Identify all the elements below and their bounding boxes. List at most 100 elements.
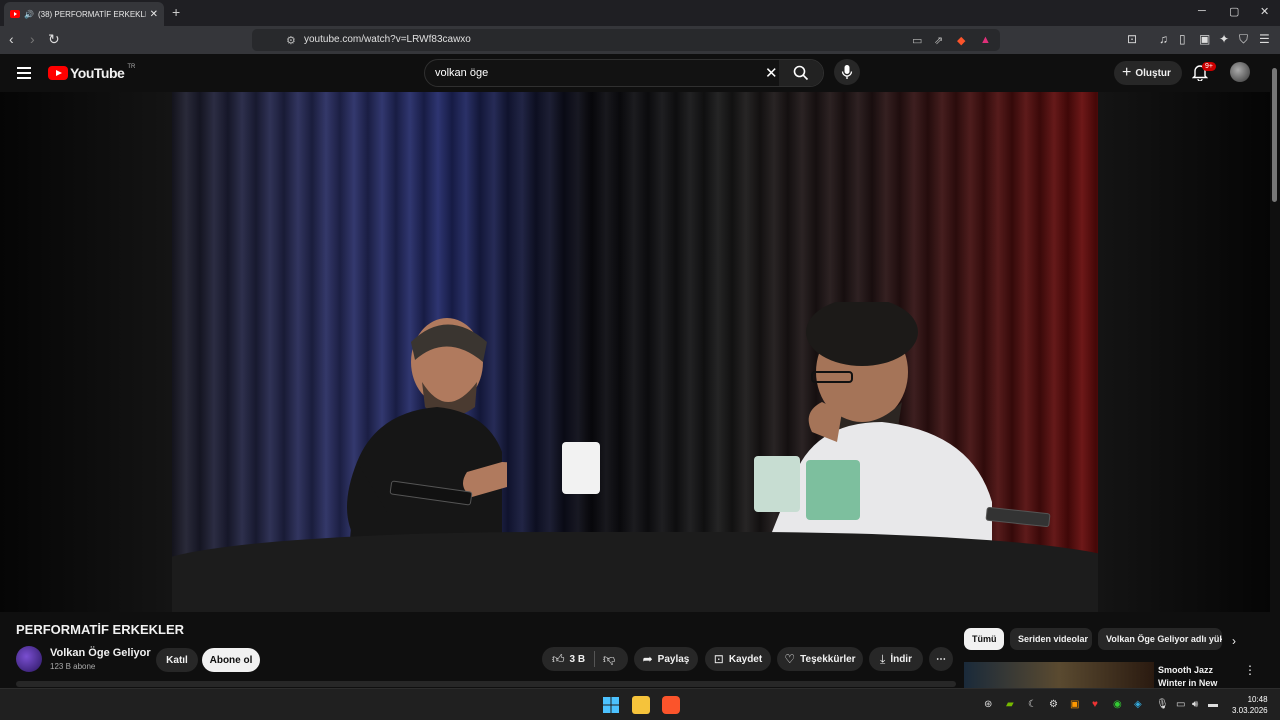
- clock-time: 10:48: [1247, 695, 1268, 704]
- vpn-icon[interactable]: ⛉: [1239, 32, 1248, 47]
- thanks-button[interactable]: ♡ Teşekkürler: [777, 647, 863, 671]
- search-button[interactable]: [779, 60, 823, 86]
- youtube-favicon-icon: [10, 10, 20, 18]
- video-player[interactable]: [172, 92, 1098, 612]
- tray-mic-icon[interactable]: 🎙︎: [1156, 699, 1169, 710]
- download-icon: ⤓: [880, 651, 886, 666]
- search-input[interactable]: volkan öge: [435, 67, 488, 79]
- tray-app-icon-4[interactable]: ▣: [1070, 699, 1079, 710]
- tab-search-icon[interactable]: ⊡: [1127, 32, 1137, 46]
- recommended-menu-icon[interactable]: ⋮: [1244, 663, 1256, 677]
- download-button[interactable]: ⤓ İndir: [869, 647, 923, 671]
- tray-app-icon-6[interactable]: ◉: [1113, 699, 1122, 710]
- leo-ai-icon[interactable]: ✦: [1219, 32, 1229, 46]
- save-icon: ⊡: [713, 652, 724, 666]
- url-text[interactable]: youtube.com/watch?v=LRWf83cawxo: [304, 34, 471, 45]
- window-close-button[interactable]: ✕: [1260, 5, 1269, 18]
- subscriber-count: 123 B abone: [50, 662, 96, 671]
- chip-series[interactable]: Seriden videolar: [1010, 628, 1092, 650]
- video-title: PERFORMATİF ERKEKLER: [16, 622, 185, 637]
- media-icon[interactable]: ♫: [1159, 32, 1168, 46]
- video-mug-mint: [754, 456, 800, 512]
- minimize-button[interactable]: ─: [1198, 5, 1206, 17]
- thanks-icon: ♡: [784, 652, 796, 666]
- chip-uploader[interactable]: Volkan Öge Geliyor adlı yükleyiciden: [1098, 628, 1222, 650]
- clear-search-icon[interactable]: ✕: [765, 64, 778, 82]
- speaker-icon[interactable]: 🔊: [24, 10, 34, 19]
- youtube-play-icon: [48, 66, 68, 80]
- browser-tab-bar: 🔊 (38) PERFORMATİF ERKEKLER ✕ + ─ ▢ ✕: [0, 0, 1280, 26]
- browser-tab[interactable]: 🔊 (38) PERFORMATİF ERKEKLER ✕: [4, 2, 164, 26]
- download-label: İndir: [890, 653, 912, 665]
- tray-nvidia-icon[interactable]: ▰: [1006, 699, 1014, 710]
- tray-app-icon-7[interactable]: ◈: [1134, 699, 1142, 710]
- browser-toolbar: ‹ › ↻ 🔖 ⚙ youtube.com/watch?v=LRWf83cawx…: [0, 26, 1280, 54]
- tray-app-icon-3[interactable]: ⚙: [1049, 699, 1058, 710]
- share-icon[interactable]: ⇗: [934, 34, 943, 47]
- more-actions-button[interactable]: ⋯: [929, 647, 953, 671]
- thanks-label: Teşekkürler: [800, 653, 856, 665]
- player-backdrop-left: [0, 92, 172, 612]
- player-backdrop-right: [1098, 92, 1270, 612]
- guide-menu-icon[interactable]: [17, 67, 31, 79]
- tab-close-icon[interactable]: ✕: [150, 9, 158, 20]
- voice-search-button[interactable]: [834, 59, 860, 85]
- brave-rewards-icon[interactable]: ▲: [980, 34, 991, 46]
- maximize-button[interactable]: ▢: [1229, 5, 1239, 18]
- search-icon: [793, 65, 809, 81]
- youtube-logo[interactable]: YouTube TR: [48, 64, 136, 81]
- subscribe-button[interactable]: Abone ol: [202, 648, 260, 672]
- video-mug-white: [562, 442, 600, 494]
- reload-icon[interactable]: ↻: [48, 31, 60, 48]
- tray-volume-icon[interactable]: 🔊︎: [1192, 699, 1198, 710]
- windows-start-icon[interactable]: [602, 696, 620, 714]
- share-arrow-icon: ➦: [642, 652, 653, 666]
- video-table: [172, 532, 1098, 612]
- chips-next-icon[interactable]: ›: [1232, 634, 1236, 648]
- search-box[interactable]: volkan öge ✕: [424, 59, 824, 87]
- tab-title: (38) PERFORMATİF ERKEKLER: [37, 9, 146, 19]
- video-mug-green: [806, 460, 860, 520]
- brave-browser-icon[interactable]: [662, 696, 680, 714]
- region-code: TR: [127, 64, 136, 70]
- logo-text: YouTube: [70, 65, 125, 81]
- menu-icon[interactable]: ☰: [1259, 32, 1270, 46]
- create-button[interactable]: + Oluştur: [1114, 61, 1182, 85]
- page-scrollbar[interactable]: [1270, 60, 1280, 700]
- address-bar[interactable]: ⚙ youtube.com/watch?v=LRWf83cawxo ▭ ⇗ ◆ …: [252, 29, 1000, 51]
- tray-app-icon-2[interactable]: ☾: [1028, 699, 1037, 710]
- more-icon: ⋯: [936, 653, 946, 665]
- scrollbar-thumb[interactable]: [1272, 68, 1277, 202]
- channel-avatar[interactable]: [16, 646, 42, 672]
- like-count[interactable]: 3 B: [570, 654, 586, 665]
- youtube-header: YouTube TR volkan öge ✕ + Oluştur 9+: [0, 54, 1280, 92]
- recommended-thumbnail[interactable]: [964, 662, 1154, 688]
- dislike-icon[interactable]: 👎︎: [603, 652, 615, 667]
- tray-network-icon[interactable]: ▭: [1176, 699, 1185, 710]
- description-box[interactable]: [16, 681, 956, 687]
- like-icon[interactable]: 👍︎: [552, 652, 565, 667]
- save-label: Kaydet: [728, 653, 763, 665]
- windows-taskbar: ⊛ ▰ ☾ ⚙ ▣ ♥ ◉ ◈ 🎙︎ ▭ 🔊︎ ▬ 10:48 3.03.202…: [0, 688, 1280, 720]
- join-button[interactable]: Katıl: [156, 648, 198, 672]
- save-button[interactable]: ⊡ Kaydet: [705, 647, 771, 671]
- tray-app-icon-5[interactable]: ♥: [1092, 699, 1098, 710]
- like-divider: [594, 651, 595, 667]
- sidebar-icon[interactable]: ▯: [1179, 32, 1186, 46]
- forward-icon[interactable]: ›: [30, 31, 35, 47]
- site-info-icon[interactable]: ⚙: [286, 34, 296, 47]
- wallet-icon[interactable]: ▣: [1199, 32, 1210, 46]
- share-button[interactable]: ➦ Paylaş: [634, 647, 698, 671]
- channel-name[interactable]: Volkan Öge Geliyor: [50, 647, 151, 659]
- chip-all[interactable]: Tümü: [964, 628, 1004, 650]
- account-avatar[interactable]: [1230, 62, 1250, 82]
- notification-badge: 9+: [1202, 62, 1216, 71]
- tray-battery-icon[interactable]: ▬: [1208, 699, 1218, 710]
- taskbar-clock[interactable]: 10:48 3.03.2026: [1232, 694, 1268, 716]
- brave-shields-icon[interactable]: ◆: [957, 34, 965, 47]
- tray-app-icon-1[interactable]: ⊛: [984, 699, 992, 710]
- new-tab-button[interactable]: +: [172, 4, 180, 20]
- back-icon[interactable]: ‹: [9, 31, 14, 47]
- file-explorer-icon[interactable]: [632, 696, 650, 714]
- cast-icon[interactable]: ▭: [912, 34, 922, 47]
